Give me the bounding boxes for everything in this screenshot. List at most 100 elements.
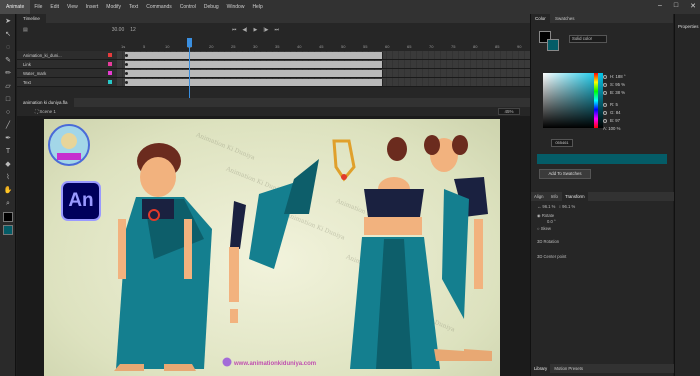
oval-tool-icon[interactable]: ○ <box>3 108 13 118</box>
tools-panel: ➤ ↖ ◌ ✎ ✏ ▱ □ ○ ╱ ✒ T ◆ ⌇ ✋ ⌕ <box>0 14 16 376</box>
end-icon[interactable]: ⏭ <box>275 27 280 33</box>
properties-panel: Properties <box>674 14 700 376</box>
layer-list: Animation_ki_duni... Link Water_mark Tex… <box>17 51 117 87</box>
frame-row[interactable] <box>117 78 530 87</box>
menu-view[interactable]: View <box>63 4 82 10</box>
minimize-icon[interactable]: – <box>658 2 662 10</box>
hand-tool-icon[interactable]: ✋ <box>3 186 13 196</box>
text-tool-icon[interactable]: T <box>3 147 13 157</box>
scale-y-value[interactable]: 96.1 % <box>562 204 575 209</box>
fill-chip[interactable] <box>547 39 559 51</box>
tab-info[interactable]: Info <box>548 192 561 201</box>
keyframe[interactable] <box>125 72 128 75</box>
zoom-tool-icon[interactable]: ⌕ <box>3 199 13 209</box>
ruler-tick: 70 <box>429 44 434 49</box>
close-icon[interactable]: ✕ <box>690 2 696 10</box>
hex-input[interactable]: 055461 <box>551 139 573 147</box>
rewind-icon[interactable]: ⏮ <box>232 27 237 33</box>
zoom-select[interactable]: 45% <box>498 108 520 115</box>
layer-row[interactable]: Text <box>17 78 117 87</box>
ruler-tick: 45 <box>319 44 324 49</box>
menu-file[interactable]: File <box>30 4 46 10</box>
pen-tool-icon[interactable]: ✒ <box>3 134 13 144</box>
layer-color <box>108 53 112 57</box>
frame-row[interactable] <box>117 60 530 69</box>
menu-help[interactable]: Help <box>248 4 266 10</box>
step-forward-icon[interactable]: |▶ <box>263 27 268 33</box>
step-back-icon[interactable]: ◀| <box>242 27 247 33</box>
eraser-tool-icon[interactable]: ▱ <box>3 82 13 92</box>
menu-debug[interactable]: Debug <box>200 4 223 10</box>
stroke-color-swatch[interactable] <box>3 212 13 222</box>
keyframe[interactable] <box>125 54 128 57</box>
tab-motion-presets[interactable]: Motion Presets <box>551 364 586 373</box>
frame-readout[interactable]: 12 <box>130 27 136 33</box>
frame-row[interactable] <box>117 69 530 78</box>
menu-insert[interactable]: Insert <box>82 4 103 10</box>
tab-swatches[interactable]: Swatches <box>551 14 579 23</box>
hue-value[interactable]: H: 188 ° <box>603 74 626 79</box>
brightness-value[interactable]: B: 38 % <box>603 90 625 95</box>
hue-slider[interactable] <box>594 73 598 128</box>
menu-edit[interactable]: Edit <box>46 4 63 10</box>
rotate-value[interactable]: 0.0 ° <box>547 219 556 224</box>
blue-value[interactable]: B: 97 <box>603 118 620 123</box>
tab-library[interactable]: Library <box>531 364 551 373</box>
menu-control[interactable]: Control <box>176 4 200 10</box>
rotate-row[interactable]: ◉ Rotate <box>537 213 554 218</box>
menu-modify[interactable]: Modify <box>102 4 125 10</box>
layer-name: Link <box>23 61 31 67</box>
line-tool-icon[interactable]: ╱ <box>3 121 13 131</box>
scale-x-value[interactable]: 96.1 % <box>542 204 555 209</box>
color-panel-tabs: Color Swatches <box>531 14 673 23</box>
tab-color[interactable]: Color <box>531 14 550 23</box>
frame-span[interactable] <box>125 79 383 86</box>
frame-span[interactable] <box>125 70 383 77</box>
menu-commands[interactable]: Commands <box>142 4 176 10</box>
skew-row[interactable]: ○ Skew <box>537 226 551 231</box>
fps-readout[interactable]: 30.00 <box>112 27 125 33</box>
frame-row[interactable] <box>117 51 530 60</box>
add-to-swatches-button[interactable]: Add To Swatches <box>539 169 591 179</box>
selection-tool-icon[interactable]: ➤ <box>3 17 13 27</box>
fill-type-select[interactable]: Solid color <box>569 35 607 43</box>
tab-transform[interactable]: Transform <box>562 192 588 201</box>
tab-align[interactable]: Align <box>531 192 547 201</box>
frame-span[interactable] <box>125 61 383 68</box>
play-icon[interactable]: ▶ <box>253 27 257 33</box>
subselection-tool-icon[interactable]: ↖ <box>3 30 13 40</box>
green-value[interactable]: G: 84 <box>603 110 621 115</box>
rectangle-tool-icon[interactable]: □ <box>3 95 13 105</box>
3d-center-label: 3D Center point <box>537 254 567 259</box>
brush-tool-icon[interactable]: ✎ <box>3 56 13 66</box>
ruler-tick: 80 <box>473 44 478 49</box>
tab-timeline[interactable]: Timeline <box>17 14 46 23</box>
keyframe[interactable] <box>125 81 128 84</box>
maximize-icon[interactable]: □ <box>674 2 678 10</box>
frame-span[interactable] <box>125 52 383 59</box>
layer-row[interactable]: Water_mark <box>17 69 117 78</box>
red-value[interactable]: R: 5 <box>603 102 618 107</box>
scene-name[interactable]: Scene 1 <box>39 109 56 114</box>
add-layer-icon[interactable]: ▤ <box>23 27 28 33</box>
tab-document[interactable]: animation ki duniya.fla <box>17 98 74 107</box>
alpha-value[interactable]: A: 100 % <box>603 126 620 131</box>
app-brand[interactable]: Animate <box>0 0 31 14</box>
stage-canvas[interactable]: Animation Ki Duniya Animation Ki Duniya … <box>44 119 500 376</box>
layer-row[interactable]: Link <box>17 60 117 69</box>
pencil-tool-icon[interactable]: ✏ <box>3 69 13 79</box>
fill-color-swatch[interactable] <box>3 225 13 235</box>
lasso-tool-icon[interactable]: ◌ <box>3 43 13 53</box>
timeline-ruler[interactable]: 1s51015202530354045505560657075808590 <box>117 42 530 51</box>
frame-grid[interactable] <box>117 51 530 87</box>
layer-row[interactable]: Animation_ki_duni... <box>17 51 117 60</box>
saturation-value[interactable]: S: 95 % <box>603 82 625 87</box>
menu-text[interactable]: Text <box>125 4 142 10</box>
ruler-tick: 1s <box>121 44 126 49</box>
keyframe[interactable] <box>125 63 128 66</box>
tab-properties[interactable]: Properties <box>678 24 699 29</box>
paint-bucket-icon[interactable]: ◆ <box>3 160 13 170</box>
eyedropper-icon[interactable]: ⌇ <box>3 173 13 183</box>
playhead[interactable] <box>187 38 192 107</box>
menu-window[interactable]: Window <box>223 4 249 10</box>
